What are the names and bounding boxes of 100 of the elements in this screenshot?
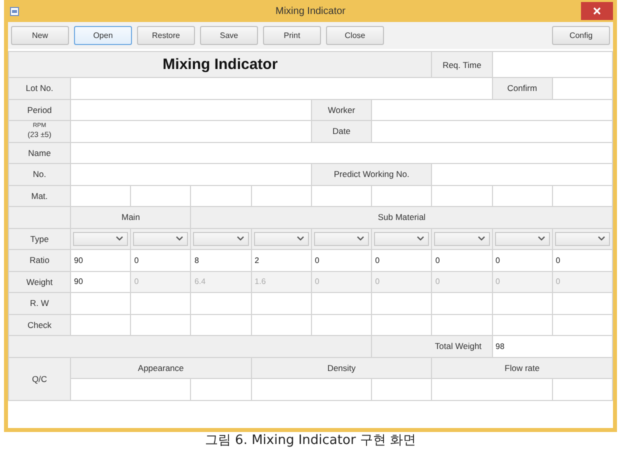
- input-field[interactable]: [252, 293, 311, 314]
- input-field[interactable]: [191, 314, 251, 335]
- field-label: Confirm: [492, 78, 552, 98]
- input-field[interactable]: [552, 293, 612, 314]
- input-field[interactable]: [71, 314, 130, 335]
- toolbar-button[interactable]: Save: [200, 26, 258, 45]
- config-button[interactable]: Config: [552, 26, 610, 45]
- field-label: Check: [9, 314, 70, 335]
- input-field[interactable]: [71, 100, 311, 120]
- dropdown[interactable]: [193, 232, 249, 246]
- input-field[interactable]: 0: [131, 250, 190, 270]
- input-field[interactable]: [71, 186, 130, 206]
- input-field[interactable]: [432, 379, 552, 400]
- close-button[interactable]: [581, 2, 613, 20]
- chevron-down-icon: [176, 236, 184, 242]
- dropdown[interactable]: [434, 232, 490, 246]
- input-field[interactable]: [372, 379, 432, 400]
- input-field[interactable]: [372, 293, 432, 314]
- input-field[interactable]: [131, 186, 190, 206]
- input-field[interactable]: [312, 293, 372, 314]
- form-heading: Mixing Indicator: [9, 52, 432, 77]
- column-header: Appearance: [71, 358, 251, 378]
- input-field[interactable]: 8: [191, 250, 251, 270]
- input-field[interactable]: [492, 293, 552, 314]
- input-field[interactable]: [372, 186, 432, 206]
- dropdown[interactable]: [314, 232, 370, 246]
- input-field[interactable]: [312, 186, 372, 206]
- column-header: Density: [252, 358, 432, 378]
- input-field[interactable]: [432, 164, 612, 184]
- total-weight-value: 98: [492, 336, 612, 356]
- input-field[interactable]: [191, 379, 251, 400]
- input-field[interactable]: [191, 186, 251, 206]
- dropdown[interactable]: [254, 232, 309, 246]
- input-field[interactable]: [191, 293, 251, 314]
- column-header: Flow rate: [432, 358, 612, 378]
- field-label: Mat.: [9, 186, 70, 206]
- field-label: Total Weight: [372, 336, 492, 356]
- input-field[interactable]: [432, 314, 492, 335]
- input-field[interactable]: [552, 78, 612, 98]
- input-field[interactable]: [131, 293, 190, 314]
- input-field[interactable]: 90: [71, 272, 130, 292]
- chevron-down-icon: [538, 236, 545, 242]
- chevron-down-icon: [478, 236, 485, 242]
- toolbar-button[interactable]: New: [11, 26, 69, 45]
- column-header: Sub Material: [191, 207, 612, 228]
- toolbar-button[interactable]: Close: [326, 26, 384, 45]
- input-field[interactable]: [71, 293, 130, 314]
- chevron-down-icon: [417, 236, 424, 242]
- chevron-down-icon: [236, 236, 244, 242]
- input-field[interactable]: 0: [312, 250, 372, 270]
- input-field[interactable]: [552, 314, 612, 335]
- input-field[interactable]: [432, 293, 492, 314]
- input-field[interactable]: 2: [252, 250, 311, 270]
- field-label: Ratio: [9, 250, 70, 270]
- input-field[interactable]: 0: [432, 250, 492, 270]
- figure-caption: 그림 6. Mixing Indicator 구현 화면: [204, 432, 418, 449]
- toolbar-button[interactable]: Print: [263, 26, 321, 45]
- input-field[interactable]: [71, 78, 492, 98]
- input-field[interactable]: [492, 314, 552, 335]
- input-field[interactable]: [71, 379, 190, 400]
- input-field[interactable]: [492, 186, 552, 206]
- dropdown[interactable]: [554, 232, 610, 246]
- input-field[interactable]: [71, 142, 612, 163]
- input-field[interactable]: [552, 379, 612, 400]
- input-field[interactable]: 0: [492, 250, 552, 270]
- toolbar-button[interactable]: Restore: [137, 26, 195, 45]
- field-label: Date: [312, 121, 372, 142]
- input-field[interactable]: [372, 314, 432, 335]
- input-field[interactable]: [372, 100, 612, 120]
- input-field[interactable]: [492, 52, 612, 77]
- input-field[interactable]: [252, 379, 372, 400]
- dropdown[interactable]: [494, 232, 550, 246]
- input-field[interactable]: [312, 314, 372, 335]
- dropdown[interactable]: [374, 232, 430, 246]
- chevron-down-icon: [296, 236, 304, 242]
- dropdown[interactable]: [133, 232, 188, 246]
- close-icon: [593, 7, 601, 15]
- toolbar-button[interactable]: Open: [74, 26, 132, 45]
- input-field[interactable]: [432, 186, 492, 206]
- input-field[interactable]: [252, 314, 311, 335]
- input-field[interactable]: [131, 314, 190, 335]
- app-icon: [10, 6, 19, 16]
- input-field[interactable]: 0: [372, 250, 432, 270]
- field-label: No.: [9, 164, 70, 184]
- input-field[interactable]: 90: [71, 250, 130, 270]
- field-label: Period: [9, 100, 70, 120]
- field-label: Req. Time: [432, 52, 492, 77]
- field-label: Lot No.: [9, 78, 70, 98]
- field-label: Weight: [9, 272, 70, 292]
- input-field[interactable]: [71, 164, 311, 184]
- input-field[interactable]: [552, 186, 612, 206]
- chevron-down-icon: [357, 236, 364, 242]
- column-header: Main: [71, 207, 190, 228]
- dropdown[interactable]: [73, 232, 128, 246]
- field-label: Name: [9, 142, 70, 163]
- input-field[interactable]: 0: [552, 250, 612, 270]
- field-label: Q/C: [9, 358, 70, 400]
- input-field[interactable]: [252, 186, 311, 206]
- input-field[interactable]: [71, 121, 311, 142]
- input-field[interactable]: [372, 121, 612, 142]
